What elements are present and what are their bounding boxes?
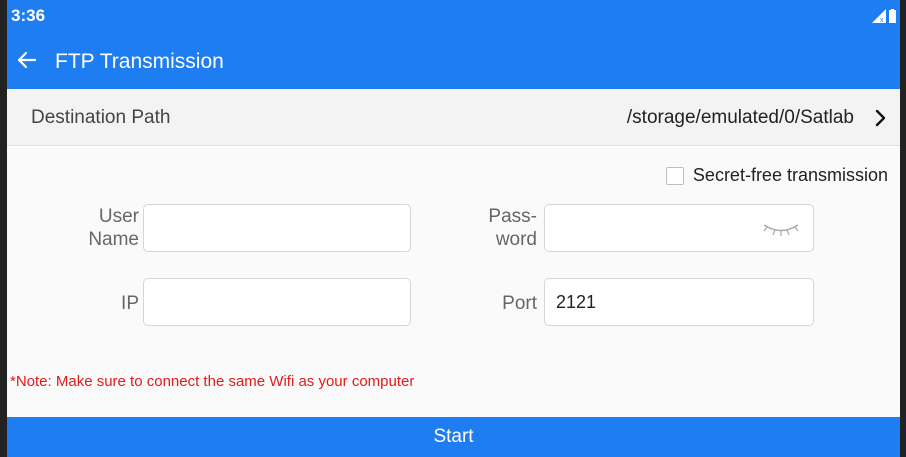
wifi-note: *Note: Make sure to connect the same Wif… <box>10 373 415 390</box>
status-bar: 3:36 x <box>7 0 900 36</box>
eye-closed-icon[interactable] <box>761 222 801 236</box>
page-title: FTP Transmission <box>55 50 224 73</box>
password-label: Pass- word <box>457 205 537 251</box>
username-input[interactable] <box>143 204 411 252</box>
destination-path-label: Destination Path <box>31 107 171 128</box>
username-label: User Name <box>67 205 139 251</box>
ftp-transmission-screen: 3:36 x FTP Transmission Destination Path… <box>0 0 906 457</box>
signal-icon: x <box>872 9 886 23</box>
ip-label: IP <box>121 293 139 314</box>
ip-input[interactable] <box>143 278 411 326</box>
svg-text:x: x <box>880 17 884 23</box>
port-input[interactable]: 2121 <box>544 278 814 326</box>
battery-icon <box>889 9 896 23</box>
arrow-left-icon <box>17 51 37 69</box>
destination-path-row[interactable]: Destination Path /storage/emulated/0/Sat… <box>7 89 900 146</box>
password-label-line1: Pass- <box>488 206 537 227</box>
status-time: 3:36 <box>11 6 46 25</box>
password-input[interactable] <box>544 204 814 252</box>
ftp-form: Secret-free transmission User Name Pass-… <box>7 147 900 417</box>
start-button[interactable]: Start <box>7 417 900 457</box>
destination-path-value: /storage/emulated/0/Satlab <box>626 107 854 128</box>
password-label-line2: word <box>495 229 537 250</box>
back-button[interactable] <box>13 46 41 74</box>
secret-free-label: Secret-free transmission <box>692 165 888 185</box>
chevron-right-icon <box>875 109 886 127</box>
app-bar: FTP Transmission <box>7 36 900 89</box>
port-label: Port <box>502 293 537 314</box>
secret-free-checkbox[interactable] <box>665 166 684 185</box>
secret-free-option[interactable]: Secret-free transmission <box>665 165 888 186</box>
status-icons: x <box>872 9 896 23</box>
username-label-line2: Name <box>88 229 139 250</box>
username-label-line1: User <box>98 206 139 227</box>
